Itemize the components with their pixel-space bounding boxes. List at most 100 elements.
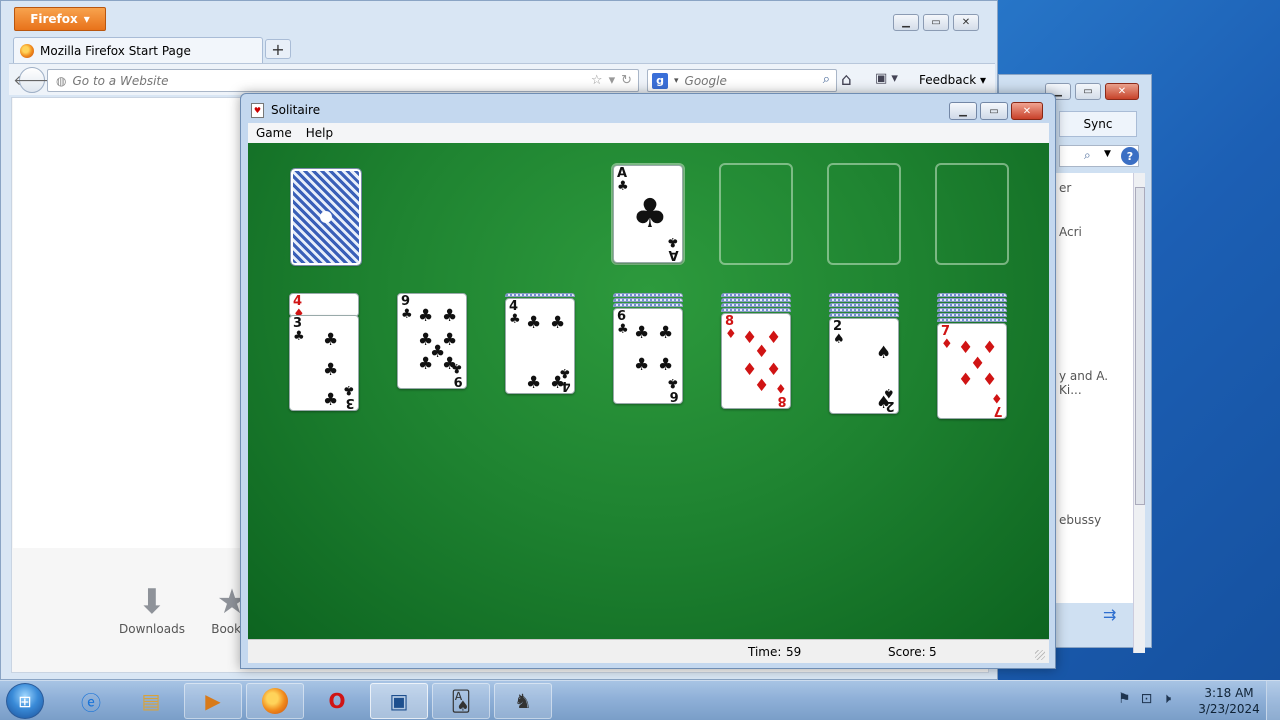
feedback-button[interactable]: Feedback ▾ (919, 73, 986, 87)
help-icon[interactable]: ? (1121, 147, 1139, 165)
face-down-card[interactable] (937, 303, 1007, 307)
card-rank: 2 ♠ (833, 319, 845, 347)
back-button[interactable]: 🡐 (13, 67, 51, 93)
bookmarks-menu-icon[interactable]: ▣ ▾ (875, 71, 898, 86)
show-desktop-button[interactable] (1266, 681, 1280, 720)
list-item[interactable]: y and A. Ki... (1059, 369, 1133, 397)
maximize-button[interactable]: ▭ (1075, 83, 1101, 100)
search-input[interactable] (684, 73, 805, 88)
face-down-card[interactable] (721, 298, 791, 302)
tab-sync-label: Sync (1083, 117, 1113, 131)
list-item[interactable]: Acri (1059, 225, 1082, 239)
solitaire-window-controls: ▁ ▭ ✕ (949, 102, 1043, 120)
face-down-card[interactable] (829, 293, 899, 297)
face-down-card[interactable] (937, 298, 1007, 302)
tableau-card[interactable]: 6 ♣ ♣ ♣ ♣ ♣ 6 ♣ (613, 308, 683, 404)
network-icon[interactable]: ⊡ (1141, 691, 1153, 707)
scrollbar[interactable] (1133, 173, 1145, 653)
media-player-icon[interactable]: ▶ (184, 683, 242, 719)
tableau-card[interactable]: 9 ♣ ♣ ♣ ♣ ♣ ♣ ♣ ♣ 9 ♣ (397, 293, 467, 389)
clock[interactable]: 3:18 AM 3/23/2024 (1196, 685, 1262, 717)
tableau-card[interactable]: 8 ♦ ♦ ♦ ♦ ♦ ♦ ♦ 8 ♦ (721, 313, 791, 409)
face-down-card[interactable] (937, 308, 1007, 312)
card-rank: 4 ♦ (293, 294, 305, 317)
opera-icon[interactable]: O (308, 683, 366, 719)
reload-icon[interactable]: ↻ (621, 73, 632, 88)
volume-muted-icon[interactable]: 🕨 (1162, 691, 1171, 707)
minimize-button[interactable]: ▁ (893, 14, 919, 31)
close-button[interactable]: ✕ (953, 14, 979, 31)
tableau-card[interactable]: 2 ♠ ♠ ♠ 2 ♠ (829, 318, 899, 414)
search-icon[interactable]: ⌕ (823, 72, 830, 87)
score-label: Score: (888, 645, 926, 659)
status-bar: Time: 59 Score: 5 (248, 639, 1049, 663)
internet-explorer-icon[interactable]: ⓔ (62, 683, 120, 719)
tableau-card[interactable]: 4 ♣ ♣ ♣ ♣ ♣ 4 ♣ (505, 298, 575, 394)
face-down-card[interactable] (721, 303, 791, 307)
start-button[interactable]: ⊞ (6, 683, 44, 719)
url-bar[interactable]: ◍ ☆ ▾ ↻ (47, 69, 639, 92)
face-down-card[interactable] (505, 293, 575, 297)
resize-grip[interactable] (1035, 650, 1045, 660)
close-button[interactable]: ✕ (1011, 102, 1043, 120)
foundation-slot[interactable] (827, 163, 901, 265)
foundation-card[interactable]: A ♣ ♣ A ♣ (613, 165, 683, 263)
maximize-button[interactable]: ▭ (980, 102, 1008, 120)
solitaire-icon[interactable]: 🂡 (432, 683, 490, 719)
face-down-card[interactable] (937, 313, 1007, 317)
firefox-menu-button[interactable]: Firefox ▾ (14, 7, 106, 31)
face-down-card[interactable] (829, 303, 899, 307)
minimize-button[interactable]: ▁ (949, 102, 977, 120)
globe-icon: ◍ (56, 73, 67, 88)
tableau-card[interactable]: 3 ♣ ♣ ♣ ♣ 3 ♣ (289, 315, 359, 411)
url-input[interactable] (72, 73, 473, 88)
card-rank: 9 ♣ (401, 294, 413, 322)
chess-icon[interactable]: ♞ (494, 683, 552, 719)
face-down-card[interactable] (829, 298, 899, 302)
maximize-button[interactable]: ▭ (923, 14, 949, 31)
downloads-shortcut[interactable]: ⬇ Downloads (112, 582, 192, 636)
search-bar[interactable]: g ▾ ⌕ (647, 69, 837, 92)
action-center-flag-icon[interactable]: ⚑ (1118, 691, 1131, 707)
card-rank-bottom: A ♣ (667, 234, 679, 262)
clock-time: 3:18 AM (1204, 686, 1254, 700)
layout-icon[interactable]: ⇉ (1103, 605, 1116, 624)
chevron-down-icon[interactable]: ▼ (1104, 149, 1111, 159)
face-down-card[interactable] (613, 293, 683, 297)
file-explorer-icon[interactable]: ▤ (122, 683, 180, 719)
card-pip: ♣ (634, 355, 650, 375)
face-down-card[interactable] (613, 298, 683, 302)
star-icon[interactable]: ☆ (591, 73, 603, 88)
home-icon[interactable]: ⌂ (841, 70, 852, 90)
face-down-card[interactable] (829, 313, 899, 317)
foundation-slot[interactable] (719, 163, 793, 265)
google-engine-icon[interactable]: g (652, 72, 668, 89)
face-down-card[interactable] (721, 293, 791, 297)
tab-sync[interactable]: Sync (1059, 111, 1137, 137)
firefox-icon[interactable] (246, 683, 304, 719)
firefox-logo (262, 688, 288, 714)
history-dropdown-icon[interactable]: ▾ (609, 73, 616, 88)
engine-dropdown-icon[interactable]: ▾ (674, 76, 679, 86)
foundation-slot[interactable] (935, 163, 1009, 265)
virtualbox-icon[interactable]: ▣ (370, 683, 428, 719)
face-down-card[interactable] (829, 308, 899, 312)
new-tab-button[interactable]: + (265, 39, 291, 59)
scrollbar-thumb[interactable] (1135, 187, 1145, 505)
face-down-card[interactable] (613, 303, 683, 307)
menu-game[interactable]: Game (256, 126, 292, 140)
face-down-card[interactable] (937, 293, 1007, 297)
face-down-card[interactable] (721, 308, 791, 312)
stock-pile[interactable] (290, 168, 362, 266)
close-button[interactable]: ✕ (1105, 83, 1139, 100)
tab-start-page[interactable]: Mozilla Firefox Start Page (13, 37, 263, 63)
list-item[interactable]: ebussy (1059, 513, 1101, 527)
card-pip: ♣ (658, 323, 674, 343)
face-down-card[interactable] (937, 318, 1007, 322)
list-item[interactable]: er (1059, 181, 1071, 195)
menu-help[interactable]: Help (306, 126, 333, 140)
tableau-card[interactable]: 4 ♦ (289, 293, 359, 317)
card-pip: ♣ (658, 355, 674, 375)
library-list: er Acri y and A. Ki... ebussy (1055, 173, 1133, 603)
tableau-card[interactable]: 7 ♦ ♦ ♦ ♦ ♦ ♦ 7 ♦ (937, 323, 1007, 419)
